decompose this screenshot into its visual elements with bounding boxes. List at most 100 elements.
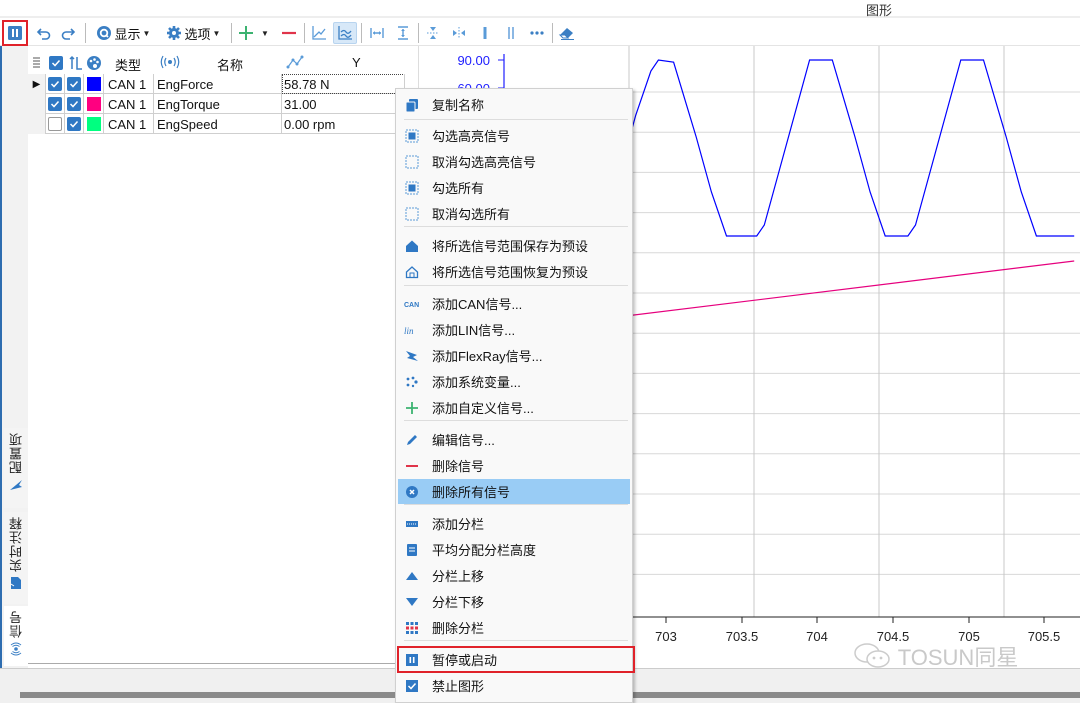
- sort-icon[interactable]: [68, 55, 84, 74]
- visible-cell: [46, 94, 65, 114]
- display-icon: [96, 26, 111, 40]
- palette-icon[interactable]: [86, 55, 102, 74]
- visible-checkbox[interactable]: [48, 117, 62, 131]
- menu-item[interactable]: 将所选信号范围保存为预设: [398, 233, 630, 258]
- value-cell[interactable]: 31.00: [282, 94, 405, 114]
- tab-config[interactable]: 配置项: [4, 428, 28, 508]
- copy-icon: [404, 97, 420, 113]
- menu-item[interactable]: 分栏下移: [398, 589, 630, 614]
- menu-item[interactable]: 编辑信号...: [398, 427, 630, 452]
- visible-checkbox[interactable]: [48, 77, 62, 91]
- highlight-checkbox[interactable]: [67, 77, 81, 91]
- single-cursor-button[interactable]: [474, 22, 496, 44]
- arrow-icon: [10, 480, 22, 490]
- menu-separator: [404, 504, 628, 505]
- fit-horizontal-button[interactable]: [366, 22, 388, 44]
- add-signal-button[interactable]: [236, 22, 256, 44]
- visible-cell: [46, 74, 65, 94]
- chart-overlay-button[interactable]: [333, 22, 357, 44]
- menu-item-label: 勾选所有: [432, 181, 485, 196]
- visible-checkbox[interactable]: [48, 97, 62, 111]
- menu-separator: [404, 119, 628, 120]
- menu-separator: [404, 226, 628, 227]
- menu-item[interactable]: 复制名称: [398, 92, 630, 117]
- row-indicator[interactable]: [28, 114, 46, 134]
- color-swatch[interactable]: [86, 77, 101, 91]
- row-indicator[interactable]: [28, 94, 46, 114]
- color-cell: [84, 114, 104, 134]
- menu-item[interactable]: 勾选所有: [398, 175, 630, 200]
- menu-item[interactable]: 取消勾选高亮信号: [398, 149, 630, 174]
- select-all-checkbox[interactable]: [49, 56, 63, 70]
- column-header-y[interactable]: Y: [352, 55, 361, 70]
- toolbar-separator: [418, 23, 419, 43]
- type-cell: CAN 1: [104, 114, 154, 134]
- toolbar-separator: [552, 23, 553, 43]
- zoom-in-horizontal-button[interactable]: [448, 22, 470, 44]
- context-menu: 复制名称勾选高亮信号 取消勾选高亮信号勾选所有取消勾选所有 将所选信号范围保存为预设…: [395, 88, 635, 703]
- menu-item[interactable]: 平均分配分栏高度: [398, 537, 630, 562]
- multi-line-chart-icon: [338, 26, 352, 40]
- menu-item[interactable]: CAN 添加CAN信号...: [398, 291, 630, 316]
- tab-live-notes[interactable]: 实时注释: [4, 512, 28, 604]
- x-tick-label: 705.5: [1028, 629, 1061, 644]
- display-menu-button[interactable]: 显示 ▼: [90, 22, 156, 44]
- highlight-cell: [65, 74, 84, 94]
- tab-signals[interactable]: 信号: [4, 606, 28, 666]
- can-icon: CAN: [404, 296, 420, 312]
- column-chooser-icon[interactable]: [31, 56, 41, 73]
- fit-vertical-button[interactable]: [392, 22, 414, 44]
- menu-item[interactable]: 删除所有信号: [398, 479, 630, 504]
- menu-item-label: 平均分配分栏高度: [432, 543, 537, 558]
- menu-item[interactable]: 添加系统变量...: [398, 369, 630, 394]
- menu-item[interactable]: 勾选高亮信号: [398, 123, 630, 148]
- redo-button[interactable]: [58, 22, 78, 44]
- menu-item[interactable]: 删除信号: [398, 453, 630, 478]
- menu-item[interactable]: 添加分栏: [398, 511, 630, 536]
- signal-row[interactable]: CAN 1 EngTorque 31.00: [28, 94, 410, 114]
- column-header-type[interactable]: 类型: [115, 55, 141, 74]
- color-cell: [84, 94, 104, 114]
- triangle-up-icon: [404, 568, 420, 584]
- more-button[interactable]: [526, 22, 548, 44]
- zoom-vertical-icon: [427, 27, 439, 39]
- add-signal-dropdown[interactable]: ▼: [258, 22, 270, 44]
- select-filled-icon: [404, 128, 420, 144]
- x-tick-label: 704: [806, 629, 828, 644]
- menu-item[interactable]: 删除分栏: [398, 615, 630, 640]
- clear-button[interactable]: [556, 22, 578, 44]
- value-cell[interactable]: 0.00 rpm: [282, 114, 405, 134]
- undo-button[interactable]: [34, 22, 54, 44]
- plus-icon: [239, 26, 253, 40]
- name-cell: EngTorque: [154, 94, 282, 114]
- double-cursor-button[interactable]: [500, 22, 522, 44]
- color-swatch[interactable]: [86, 117, 101, 131]
- undo-icon: [36, 28, 51, 40]
- color-swatch[interactable]: [86, 97, 101, 111]
- menu-item-label: 删除分栏: [432, 621, 485, 636]
- highlight-checkbox[interactable]: [67, 97, 81, 111]
- options-menu-button[interactable]: 选项 ▼: [160, 22, 226, 44]
- chart-line-button[interactable]: [308, 22, 330, 44]
- signal-row[interactable]: ▶ CAN 1 EngForce 58.78 N: [28, 74, 410, 94]
- menu-item[interactable]: 禁止图形: [398, 673, 630, 698]
- menu-item[interactable]: lin 添加LIN信号...: [398, 317, 630, 342]
- menu-item[interactable]: 将所选信号范围恢复为预设: [398, 259, 630, 284]
- zoom-in-vertical-button[interactable]: [422, 22, 444, 44]
- row-indicator[interactable]: ▶: [28, 74, 46, 94]
- menu-item[interactable]: 取消勾选所有: [398, 201, 630, 226]
- signal-row[interactable]: CAN 1 EngSpeed 0.00 rpm: [28, 114, 410, 134]
- menu-item-label: 编辑信号...: [432, 433, 495, 448]
- menu-item[interactable]: 添加自定义信号...: [398, 395, 630, 420]
- column-header-name[interactable]: 名称: [217, 55, 243, 74]
- remove-signal-button[interactable]: [278, 22, 300, 44]
- cursor-line-icon: [483, 27, 487, 39]
- menu-item[interactable]: 分栏上移: [398, 563, 630, 588]
- menu-item[interactable]: 添加FlexRay信号...: [398, 343, 630, 368]
- lin-icon: lin: [404, 322, 420, 338]
- value-cell[interactable]: 58.78 N: [282, 74, 405, 94]
- highlight-checkbox[interactable]: [67, 117, 81, 131]
- toolbar: 显示 ▼ 选项 ▼ ▼: [0, 20, 1080, 46]
- dots-icon: [404, 374, 420, 390]
- broadcast-icon: [160, 55, 180, 72]
